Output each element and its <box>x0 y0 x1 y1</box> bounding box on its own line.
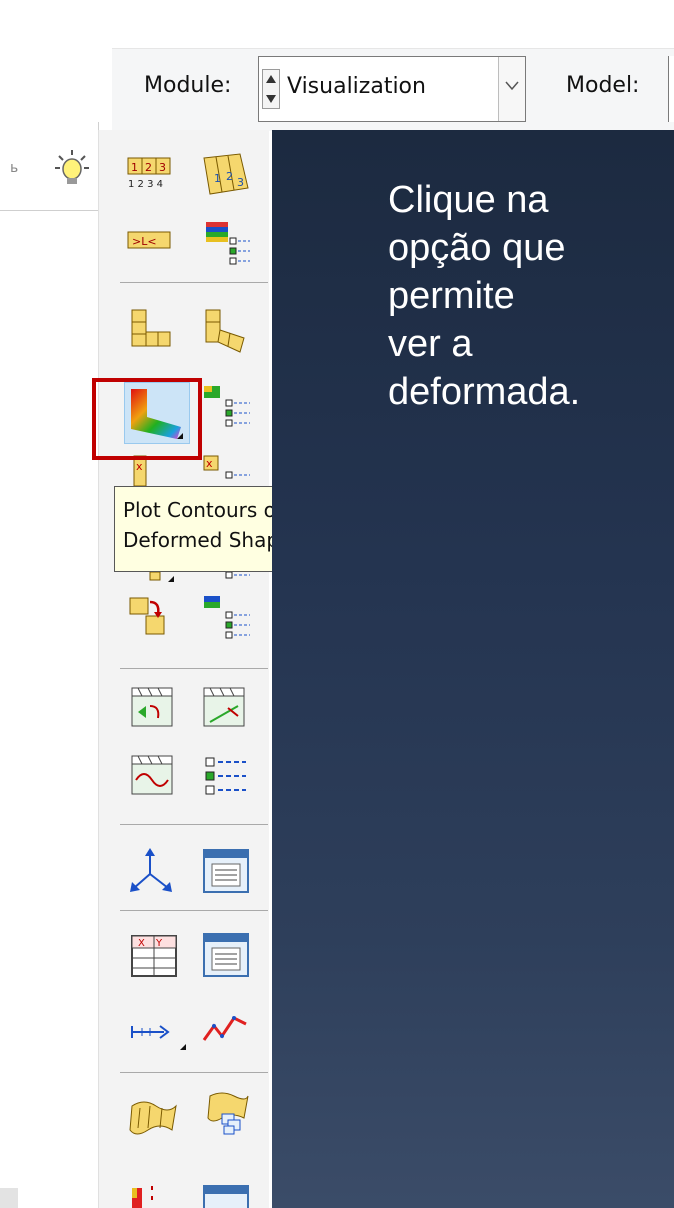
toolbox-separator <box>120 282 268 283</box>
create-xy-data-icon[interactable] <box>128 846 180 898</box>
report-window-icon[interactable] <box>200 1180 252 1208</box>
create-path-icon[interactable]: X Y <box>128 930 180 982</box>
svg-text:3: 3 <box>237 176 244 189</box>
instruction-text: Clique na opção que permite ver a deform… <box>388 179 581 413</box>
probe-values-icon[interactable] <box>128 1180 180 1208</box>
module-dropdown-button[interactable] <box>498 57 525 121</box>
report-xy-icon[interactable] <box>200 846 252 898</box>
selected-tool-highlight <box>92 378 202 460</box>
tooltip-text: Plot Contours on Deformed Shape <box>123 498 292 552</box>
report-field-output-icon[interactable] <box>200 752 252 804</box>
svg-text:3: 3 <box>159 161 166 174</box>
module-spinner[interactable] <box>262 69 280 109</box>
module-select[interactable]: Visualization <box>258 56 526 122</box>
animate-time-history-icon[interactable] <box>200 592 252 644</box>
module-label: Module: <box>144 73 232 98</box>
superimpose-options-icon[interactable]: 1 2 3 <box>200 150 252 202</box>
xy-plot-icon[interactable] <box>200 930 252 982</box>
svg-text:Y: Y <box>155 938 163 949</box>
spin-up-icon[interactable] <box>266 75 276 83</box>
title-area <box>0 0 674 48</box>
tree-toolbar-glyph[interactable]: ь <box>10 160 18 176</box>
chevron-down-icon <box>505 81 519 91</box>
spin-down-icon[interactable] <box>266 95 276 103</box>
toolbox-separator <box>120 1072 268 1073</box>
svg-text:1: 1 <box>214 172 221 185</box>
animation-options-icon[interactable] <box>200 684 252 736</box>
view-cut-icon[interactable]: >L< <box>124 216 176 268</box>
common-options-numbering-icon[interactable]: 1 2 3 1 2 3 4 <box>124 150 176 202</box>
animate-harmonic-icon[interactable] <box>128 684 180 736</box>
svg-text:1: 1 <box>131 161 138 174</box>
lightbulb-icon[interactable] <box>54 148 90 188</box>
svg-text:x: x <box>206 457 213 470</box>
plot-deformed-shape-icon[interactable] <box>200 304 252 356</box>
toolbox-separator <box>120 824 268 825</box>
svg-text:>L<: >L< <box>132 235 157 248</box>
color-code-options-icon[interactable] <box>200 216 252 268</box>
animate-scale-factor-icon[interactable] <box>124 592 176 644</box>
plot-undeformed-shape-icon[interactable] <box>124 304 176 356</box>
model-label: Model: <box>566 73 640 98</box>
create-coordinate-system-icon[interactable] <box>128 752 180 804</box>
svg-text:2: 2 <box>226 170 233 183</box>
contour-options-icon[interactable] <box>200 382 252 434</box>
svg-text:1 2 3 4: 1 2 3 4 <box>128 179 163 190</box>
flyout-arrow-icon <box>180 1044 186 1050</box>
report-icon[interactable] <box>200 1090 252 1142</box>
svg-text:x: x <box>136 460 143 473</box>
model-select[interactable] <box>668 56 674 122</box>
toolbox-separator <box>120 668 268 669</box>
create-display-group-icon[interactable] <box>128 1004 186 1056</box>
panel-scroll-corner <box>0 1188 18 1208</box>
model-tree-panel <box>0 122 99 1208</box>
flyout-arrow-icon <box>168 576 174 582</box>
replace-display-group-icon[interactable] <box>200 1004 252 1056</box>
toolbox-separator <box>120 910 268 911</box>
svg-text:2: 2 <box>145 161 152 174</box>
svg-text:X: X <box>138 938 145 949</box>
module-value: Visualization <box>287 74 426 99</box>
query-icon[interactable] <box>128 1090 180 1142</box>
